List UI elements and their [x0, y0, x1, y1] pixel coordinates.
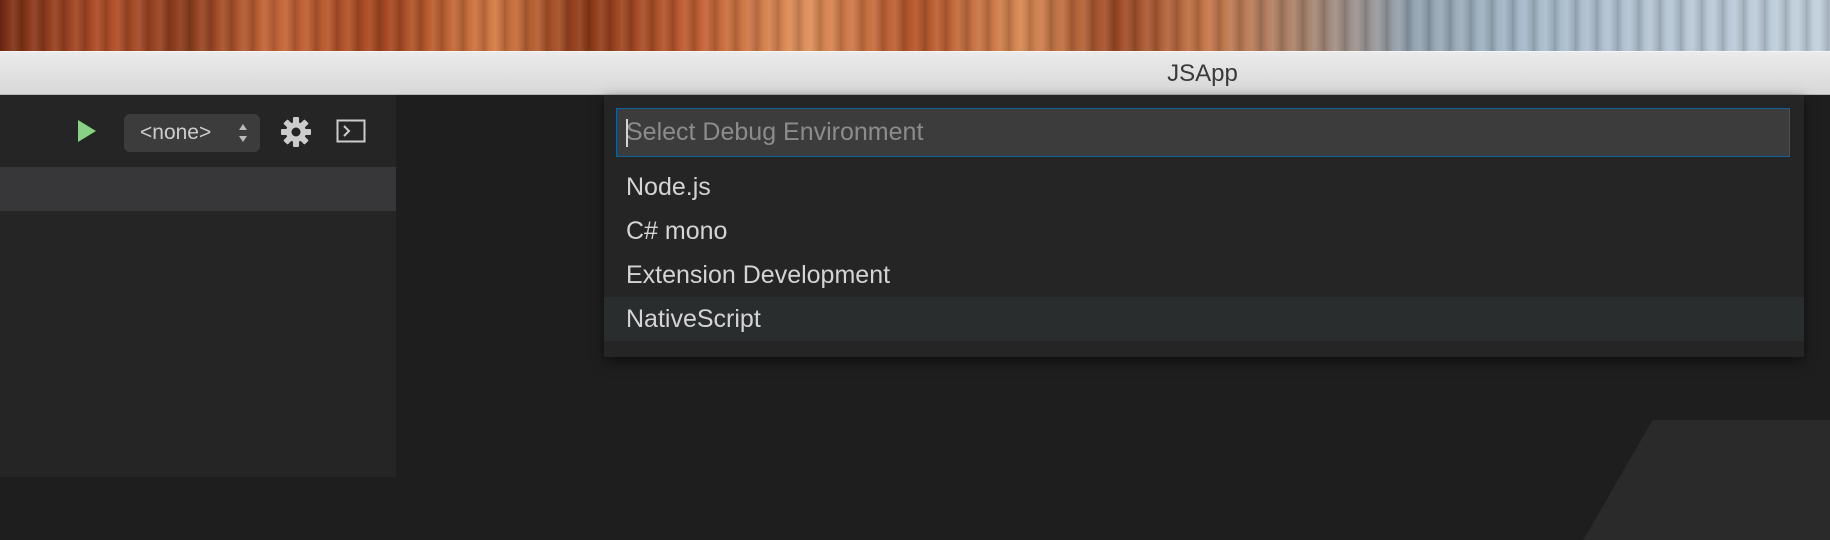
- launch-config-value: <none>: [140, 121, 212, 144]
- gear-icon: [281, 117, 311, 147]
- environment-item-nodejs[interactable]: Node.js: [604, 165, 1804, 209]
- window-titlebar: JSApp: [0, 51, 1830, 95]
- chevron-up-down-icon: [239, 124, 247, 142]
- environment-item-csharp-mono[interactable]: C# mono: [604, 209, 1804, 253]
- environment-list: Node.js C# mono Extension Development Na…: [604, 165, 1804, 341]
- debug-toolbar: <none>: [0, 95, 396, 167]
- quick-open-widget: Node.js C# mono Extension Development Na…: [604, 95, 1804, 357]
- start-debugging-button[interactable]: [70, 116, 100, 146]
- environment-item-nativescript[interactable]: NativeScript: [604, 297, 1804, 341]
- sidebar-section-header[interactable]: [0, 167, 396, 211]
- text-caret: [626, 119, 628, 147]
- play-icon: [78, 120, 96, 142]
- open-launch-json-button[interactable]: [280, 116, 312, 148]
- window-title: JSApp: [1167, 60, 1238, 87]
- console-icon: [336, 119, 366, 143]
- launch-config-select[interactable]: <none>: [124, 114, 260, 152]
- debug-console-button[interactable]: [336, 119, 366, 143]
- debug-environment-input[interactable]: [616, 108, 1790, 157]
- desktop-wallpaper: [0, 0, 1830, 52]
- debug-sidebar: <none>: [0, 95, 396, 477]
- environment-item-extension-development[interactable]: Extension Development: [604, 253, 1804, 297]
